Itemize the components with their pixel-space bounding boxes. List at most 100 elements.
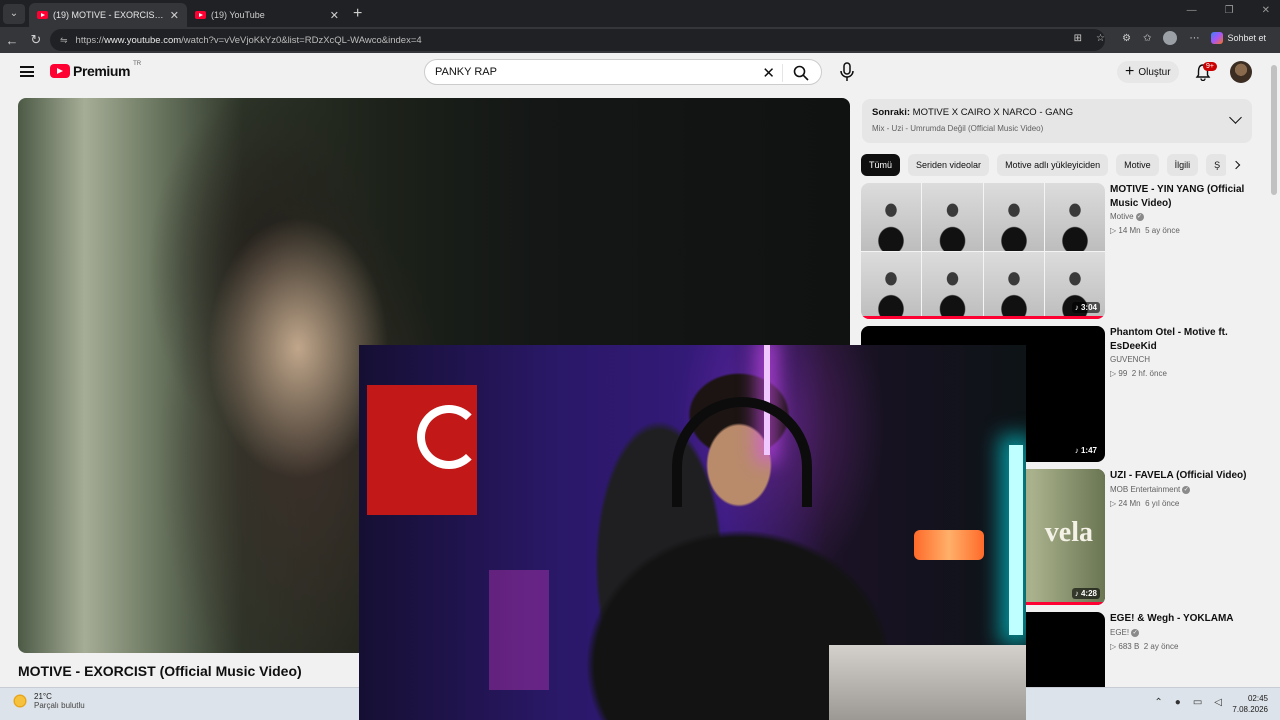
chip-more[interactable]: Ş: [1206, 154, 1229, 176]
extensions-icon[interactable]: ⚙: [1122, 33, 1131, 44]
recommendation-item[interactable]: ♪ 3:04 MOTIVE - YIN YANG (Official Music…: [861, 183, 1261, 319]
microphone-icon[interactable]: [838, 61, 856, 83]
tray-chevron-icon[interactable]: ⌃: [1154, 697, 1162, 708]
chip-related[interactable]: İlgili: [1166, 154, 1199, 176]
channel-name[interactable]: GUVENCH: [1110, 355, 1150, 364]
account-avatar[interactable]: [1230, 61, 1252, 83]
expand-chevron-icon[interactable]: [1229, 111, 1242, 124]
scrollbar-thumb[interactable]: [1271, 65, 1277, 195]
youtube-logo-icon: [50, 64, 70, 78]
channel-name[interactable]: EGE! ✓: [1110, 628, 1140, 637]
chips-next-chevron-icon[interactable]: [1226, 154, 1246, 176]
neon-light-pink: [489, 570, 549, 690]
view-count: 24 Mn: [1118, 499, 1141, 508]
streaming-microphone: [914, 530, 984, 560]
chip-from-uploader[interactable]: Motive adlı yükleyiciden: [997, 154, 1109, 176]
install-app-icon[interactable]: ⊞: [1074, 33, 1082, 44]
duration-badge: ♪ 1:47: [1071, 445, 1100, 456]
recommendation-title[interactable]: Phantom Otel - Motive ft. EsDeeKid: [1110, 326, 1258, 353]
views-icon: ▷: [1110, 226, 1117, 235]
upload-age: 5 ay önce: [1145, 226, 1180, 235]
duration-text: 3:04: [1080, 303, 1097, 312]
views-icon: ▷: [1110, 369, 1117, 378]
music-note-icon: ♪: [1074, 303, 1079, 312]
clock-time: 02:45: [1247, 694, 1268, 703]
up-next-label: Sonraki:: [872, 107, 911, 118]
partly-cloudy-icon: [12, 693, 28, 709]
restore-icon[interactable]: ❐: [1225, 5, 1234, 16]
system-clock[interactable]: 02:45 7.08.2026: [1232, 693, 1268, 715]
notification-badge: 9+: [1203, 62, 1217, 71]
video-thumbnail[interactable]: ♪ 3:04: [861, 183, 1105, 319]
volume-icon[interactable]: ◁: [1214, 697, 1222, 708]
menu-icon[interactable]: [20, 66, 34, 77]
turkish-flag: [367, 385, 481, 515]
recommendation-title[interactable]: MOTIVE - YIN YANG (Official Music Video): [1110, 183, 1258, 210]
channel-name[interactable]: Motive ✓: [1110, 212, 1144, 221]
search-icon[interactable]: [793, 65, 809, 81]
tab-close-icon[interactable]: ✕: [170, 9, 179, 22]
photo-grid-thumbnail: [861, 183, 1105, 319]
back-arrow-icon[interactable]: ←: [0, 33, 24, 48]
chat-button[interactable]: Sohbet et: [1211, 32, 1266, 44]
neon-light-cyan: [1009, 445, 1023, 635]
omnibox-actions: ⊞ ☆: [1074, 33, 1105, 44]
up-next-title: MOTIVE X CAIRO X NARCO - GANG: [912, 107, 1074, 118]
up-next-line: Sonraki: MOTIVE X CAIRO X NARCO - GANG: [872, 107, 1073, 118]
music-note-icon: ♪: [1074, 589, 1079, 598]
logo-country: TR: [133, 61, 142, 67]
clear-search-icon[interactable]: ✕: [762, 64, 775, 82]
music-note-icon: ♪: [1074, 446, 1079, 455]
display-icon[interactable]: ▭: [1193, 697, 1202, 708]
extensions-row: ⚙ ✩ ⋯ Sohbet et: [1122, 31, 1266, 45]
upload-age: 2 ay önce: [1143, 642, 1179, 651]
search-divider: [782, 64, 783, 82]
create-label: Oluştur: [1138, 66, 1171, 78]
search-input[interactable]: [435, 66, 755, 78]
chip-motive[interactable]: Motive: [1116, 154, 1159, 176]
profile-avatar[interactable]: [1163, 31, 1178, 45]
tray-mic-icon[interactable]: ●: [1175, 697, 1181, 708]
copilot-icon: [1211, 32, 1224, 44]
plus-icon: +: [1125, 63, 1135, 80]
site-info-icon[interactable]: ⇋: [60, 35, 68, 46]
search-box: ✕: [424, 59, 822, 85]
video-title: MOTIVE - EXORCIST (Official Music Video): [18, 663, 302, 679]
window-controls: — ❐ ✕: [1187, 5, 1270, 16]
minimize-icon[interactable]: —: [1187, 5, 1197, 16]
tab-title: (19) MOTIVE - EXORCIST (Official M: [53, 10, 166, 20]
up-next-panel[interactable]: Sonraki: MOTIVE X CAIRO X NARCO - GANG M…: [862, 99, 1252, 143]
upload-age: 6 yıl önce: [1145, 499, 1180, 508]
channel-text: EGE!: [1110, 628, 1130, 637]
filter-chips: Tümü Seriden videolar Motive adlı yükley…: [861, 154, 1252, 176]
tab-title: (19) YouTube: [211, 10, 265, 20]
page-scrollbar[interactable]: [1268, 53, 1280, 687]
close-window-icon[interactable]: ✕: [1262, 5, 1270, 16]
tab-list-chevron-icon[interactable]: ⌄: [3, 3, 25, 24]
tab-youtube[interactable]: (19) YouTube ✕: [187, 3, 347, 27]
favorites-icon[interactable]: ✩: [1143, 33, 1151, 44]
upload-age: 2 hf. önce: [1131, 369, 1167, 378]
youtube-premium-logo[interactable]: Premium TR: [50, 61, 142, 79]
tab-motive-exorcist[interactable]: (19) MOTIVE - EXORCIST (Official M ✕: [29, 3, 187, 27]
view-count: 14 Mn: [1118, 226, 1141, 235]
chip-all[interactable]: Tümü: [861, 154, 901, 176]
bookmark-star-icon[interactable]: ☆: [1096, 33, 1105, 44]
recommendation-title[interactable]: EGE! & Wegh - YOKLAMA: [1110, 612, 1258, 626]
channel-name[interactable]: MOB Entertainment ✓: [1110, 485, 1191, 494]
weather-widget[interactable]: 21°C Parçalı bulutlu: [12, 692, 85, 710]
duration-text: 4:28: [1080, 589, 1097, 598]
recommendation-title[interactable]: UZI - FAVELA (Official Video): [1110, 469, 1258, 483]
view-count: 683 B: [1118, 642, 1140, 651]
chip-from-series[interactable]: Seriden videolar: [908, 154, 990, 176]
video-meta: ▷ 24 Mn 6 yıl önce: [1110, 499, 1179, 508]
new-tab-plus-icon[interactable]: +: [353, 5, 362, 23]
address-bar[interactable]: ⇋ https://www.youtube.com/watch?v=vVeVjo…: [50, 29, 1105, 51]
reload-icon[interactable]: ↻: [24, 32, 48, 48]
system-tray: ⌃ ● ▭ ◁: [1154, 697, 1222, 708]
tab-close-icon[interactable]: ✕: [330, 9, 339, 22]
channel-text: Motive: [1110, 212, 1134, 221]
url-host: www.youtube.com: [104, 34, 182, 46]
create-button[interactable]: + Oluştur: [1117, 61, 1179, 83]
menu-dots-icon[interactable]: ⋯: [1189, 33, 1199, 44]
